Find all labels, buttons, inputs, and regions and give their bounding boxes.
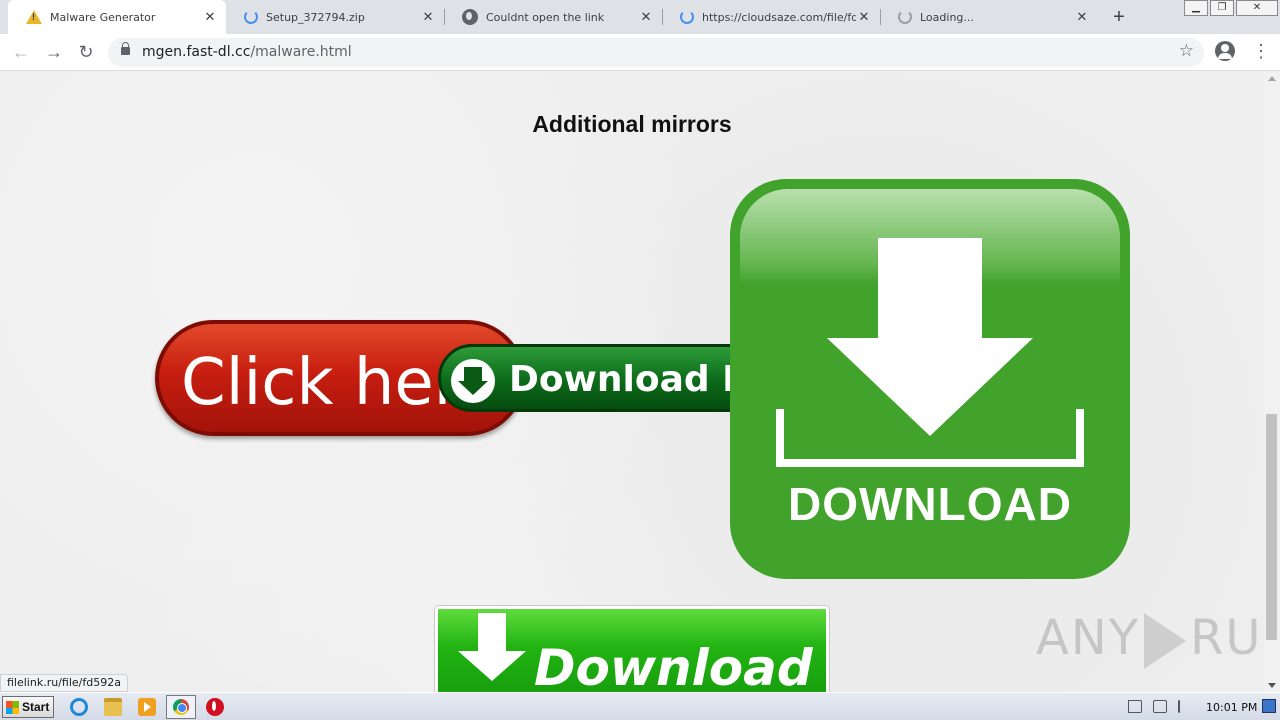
new-tab-button[interactable]: + (1108, 6, 1130, 29)
big-download-label: DOWNLOAD (788, 478, 1072, 530)
network-icon[interactable] (1153, 700, 1167, 713)
tab-title: Couldnt open the link (486, 10, 605, 24)
tab-couldnt-open[interactable]: Couldnt open the link ✕ (444, 0, 662, 34)
browser-toolbar: ← → ↻ mgen.fast-dl.cc/malware.html ☆ (0, 34, 1280, 71)
profile-avatar-icon[interactable] (1215, 41, 1235, 61)
vertical-scrollbar[interactable] (1264, 72, 1280, 692)
download-now-button[interactable]: Download Now (438, 344, 768, 412)
windows-taskbar: Start 10:01 PM (0, 692, 1280, 720)
tab-close-icon[interactable]: ✕ (420, 9, 436, 25)
forward-button[interactable]: → (43, 41, 65, 63)
address-bar[interactable]: mgen.fast-dl.cc/malware.html ☆ (108, 38, 1204, 67)
scroll-up-arrow-icon[interactable] (1268, 76, 1276, 81)
play-icon (1144, 613, 1187, 669)
lime-download-button[interactable]: Download (435, 606, 829, 692)
globe-icon (462, 9, 478, 25)
download-arrow-head (458, 651, 526, 681)
window-controls: ▁ ❐ ✕ (1182, 0, 1278, 18)
loading-spinner-icon (244, 10, 258, 24)
back-button[interactable]: ← (10, 41, 32, 63)
tab-strip: Malware Generator ✕ Setup_372794.zip ✕ C… (0, 0, 1280, 34)
tab-title: Malware Generator (50, 10, 156, 24)
scroll-down-arrow-icon[interactable] (1268, 683, 1276, 688)
windows-logo-icon (6, 700, 19, 714)
big-download-button[interactable]: DOWNLOAD (730, 179, 1130, 579)
taskbar-clock[interactable]: 10:01 PM (1206, 701, 1257, 714)
url-path: /malware.html (250, 44, 352, 60)
download-arrow-icon (878, 238, 982, 340)
url-text: mgen.fast-dl.cc/malware.html (142, 44, 352, 60)
tab-title: Setup_372794.zip (266, 10, 365, 24)
bookmark-star-icon[interactable]: ☆ (1179, 41, 1194, 61)
tab-close-icon[interactable]: ✕ (1074, 9, 1090, 25)
reload-button[interactable]: ↻ (75, 41, 97, 63)
tab-malware-generator[interactable]: Malware Generator ✕ (8, 0, 226, 34)
download-tray-icon (776, 409, 1084, 467)
media-player-icon[interactable] (138, 698, 156, 716)
link-status-bar: filelink.ru/file/fd592a (0, 674, 128, 692)
lime-download-label: Download (534, 639, 813, 692)
action-center-flag-icon[interactable] (1178, 700, 1192, 713)
tab-cloudsaze[interactable]: https://cloudsaze.com/file/fd59 ✕ (662, 0, 880, 34)
tab-close-icon[interactable]: ✕ (856, 9, 872, 25)
minimize-button[interactable]: ▁ (1184, 0, 1208, 16)
tab-title: Loading... (920, 10, 974, 24)
internet-explorer-icon[interactable] (70, 698, 88, 716)
file-explorer-icon[interactable] (104, 698, 122, 716)
page-viewport: Additional mirrors Click here Download N… (0, 72, 1264, 692)
loading-spinner-icon (680, 10, 694, 24)
watermark-right: RUN (1190, 610, 1264, 666)
download-arrow-circle-icon (451, 359, 495, 403)
volume-icon[interactable] (1128, 700, 1142, 713)
lock-icon (121, 42, 130, 55)
taskbar-chrome-button[interactable] (166, 695, 196, 719)
show-desktop-icon[interactable] (1262, 699, 1276, 713)
opera-icon[interactable] (206, 698, 224, 716)
tab-setup-zip[interactable]: Setup_372794.zip ✕ (226, 0, 444, 34)
start-button[interactable]: Start (2, 696, 54, 718)
chrome-icon (173, 699, 189, 715)
tab-close-icon[interactable]: ✕ (638, 9, 654, 25)
watermark-left: ANY (1036, 610, 1141, 666)
tab-loading[interactable]: Loading... ✕ (880, 0, 1098, 34)
start-label: Start (22, 700, 50, 714)
warning-icon (26, 9, 42, 25)
tab-title: https://cloudsaze.com/file/fd59 (702, 10, 856, 24)
window-close-button[interactable]: ✕ (1236, 0, 1278, 16)
page-heading: Additional mirrors (532, 111, 732, 137)
browser-menu-icon[interactable]: ⋮ (1252, 40, 1270, 62)
url-host: mgen.fast-dl.cc (142, 44, 251, 60)
loading-spinner-icon (898, 10, 912, 24)
scroll-thumb[interactable] (1266, 414, 1277, 640)
tab-close-icon[interactable]: ✕ (202, 9, 218, 25)
restore-button[interactable]: ❐ (1210, 0, 1234, 16)
download-arrow-icon (478, 613, 506, 651)
anyrun-watermark: ANY RUN (1036, 610, 1264, 669)
